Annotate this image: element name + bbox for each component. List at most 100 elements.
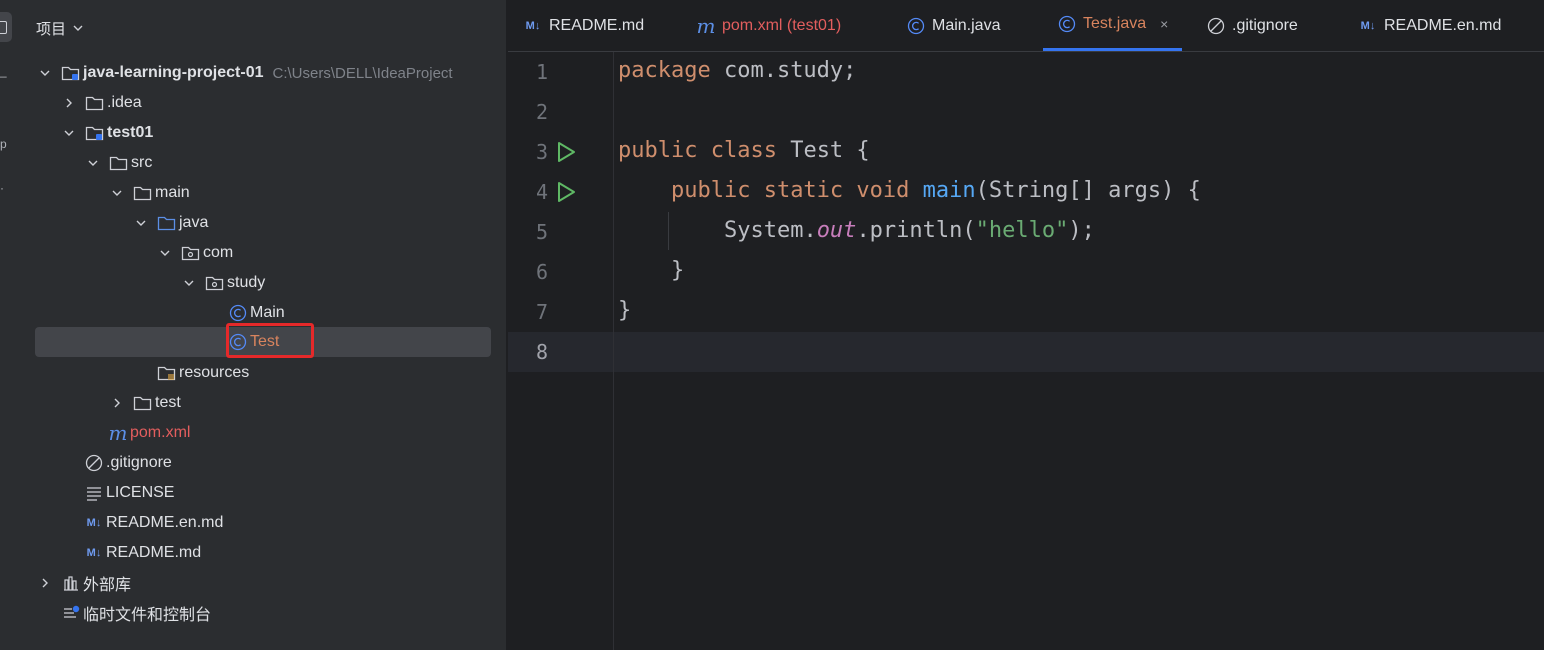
maven-icon: m [108,421,128,445]
tree-item-license[interactable]: LICENSE [20,478,174,508]
tab-label: README.en.md [1384,16,1502,34]
tree-item-label: pom.xml [130,424,191,441]
markdown-icon: M↓ [86,547,102,559]
tree-item-com[interactable]: com [20,238,233,268]
module-folder-icon [61,63,81,83]
code-text: ); [1068,218,1095,243]
tree-item-gitignore[interactable]: .gitignore [20,448,172,478]
tree-item-label: README.en.md [106,514,224,531]
tree-item-label: resources [179,364,250,381]
line-number: 7 [535,300,548,324]
code-static-field: out [816,218,857,243]
line-number: 6 [535,260,548,284]
line-number: 1 [535,60,548,84]
folder-icon [133,183,153,203]
markdown-icon: M↓ [1360,19,1376,32]
tree-item-label: com [203,244,234,261]
tab-test-java[interactable]: Test.java × [1043,0,1183,51]
tree-item-java[interactable]: java [20,208,208,238]
code-text: Test { [776,138,870,163]
tree-item-label: java [179,214,209,231]
current-line-highlight [508,332,1544,372]
ignore-icon [84,453,104,473]
run-icon[interactable] [554,140,578,164]
line-number: 4 [535,180,548,204]
tree-item-label: test [155,394,181,411]
tab-label: .gitignore [1232,16,1298,34]
chevron-down-icon[interactable] [61,125,77,141]
code-keyword: package [618,58,711,83]
folder-icon [85,93,105,113]
tab-label: pom.xml (test01) [722,16,842,34]
markdown-icon: M↓ [525,19,541,32]
source-folder-icon [157,213,177,233]
text-file-icon [84,483,104,503]
tree-item-readme[interactable]: M↓ README.md [20,538,201,568]
tab-pom-xml[interactable]: m pom.xml (test01) [696,0,842,51]
tool-window-strip: – p · [0,0,21,650]
code-text: com.study; [710,58,857,83]
tree-item-project-root[interactable]: java-learning-project-01 C:\Users\DELL\I… [20,58,453,88]
tab-gitignore[interactable]: .gitignore [1206,0,1298,51]
code-text: .println( [856,218,976,243]
chevron-down-icon[interactable] [72,22,84,34]
chevron-down-icon[interactable] [37,65,53,81]
tab-readme-en-md[interactable]: M↓ README.en.md [1358,0,1502,51]
code-line-3: public class Test { [618,138,870,163]
chevron-down-icon[interactable] [157,245,173,261]
tree-item-idea[interactable]: .idea [20,88,142,118]
tree-item-resources[interactable]: resources [20,358,249,388]
tree-item-label: test01 [107,124,154,141]
line-number: 2 [535,100,548,124]
chevron-down-icon[interactable] [109,185,125,201]
code-text: (String[] args) { [975,178,1201,203]
chevron-right-icon[interactable] [37,575,53,591]
chevron-right-icon[interactable] [61,95,77,111]
code-keyword: public class [618,138,777,163]
code-string: "hello" [975,218,1069,243]
code-text: } [618,298,632,323]
commit-tool-icon[interactable]: – [0,70,7,82]
tree-item-external-libraries[interactable]: 外部库 [20,568,131,598]
close-icon[interactable]: × [1160,16,1168,32]
chevron-right-icon[interactable] [109,395,125,411]
code-line-4: public static void main(String[] args) { [618,178,1201,203]
tree-item-src[interactable]: src [20,148,152,178]
tree-item-readme-en[interactable]: M↓ README.en.md [20,508,224,538]
project-panel-header[interactable]: 项目 [36,17,84,39]
java-class-icon [906,16,926,36]
tree-item-test-folder[interactable]: test [20,388,181,418]
code-editor[interactable]: 1 2 3 4 5 6 7 8 package com.study; publi… [508,52,1544,650]
chevron-down-icon[interactable] [133,215,149,231]
code-line-7: } [618,298,631,323]
java-class-icon [228,303,248,323]
tree-item-pom-xml[interactable]: m pom.xml [20,418,191,448]
chevron-down-icon[interactable] [85,155,101,171]
structure-tool-icon[interactable]: p [0,138,7,150]
tab-main-java[interactable]: Main.java [906,0,1000,51]
tree-item-scratches[interactable]: 临时文件和控制台 [20,598,211,628]
run-icon[interactable] [554,180,578,204]
tab-label: Main.java [932,16,1001,34]
tree-item-test01[interactable]: test01 [20,118,153,148]
tree-item-label: Main [250,304,285,321]
library-icon [61,573,81,593]
folder-icon [133,393,153,413]
tree-item-study[interactable]: study [20,268,265,298]
more-tools-icon[interactable]: · [0,182,4,194]
tree-item-main[interactable]: main [20,178,190,208]
tree-item-label: 临时文件和控制台 [83,607,212,624]
tree-item-label: README.md [106,544,202,561]
tree-item-label: .gitignore [106,454,172,471]
annotation-highlight-box [226,323,314,358]
module-folder-icon [85,123,105,143]
code-text: } [670,258,685,283]
project-tool-button[interactable] [0,12,12,42]
tree-item-path-hint: C:\Users\DELL\IdeaProject [272,64,453,82]
ignore-icon [1206,16,1226,36]
tab-readme-md[interactable]: M↓ README.md [523,0,644,51]
chevron-down-icon[interactable] [181,275,197,291]
line-number: 3 [535,140,548,164]
code-line-6: } [618,258,684,283]
package-icon [181,243,201,263]
